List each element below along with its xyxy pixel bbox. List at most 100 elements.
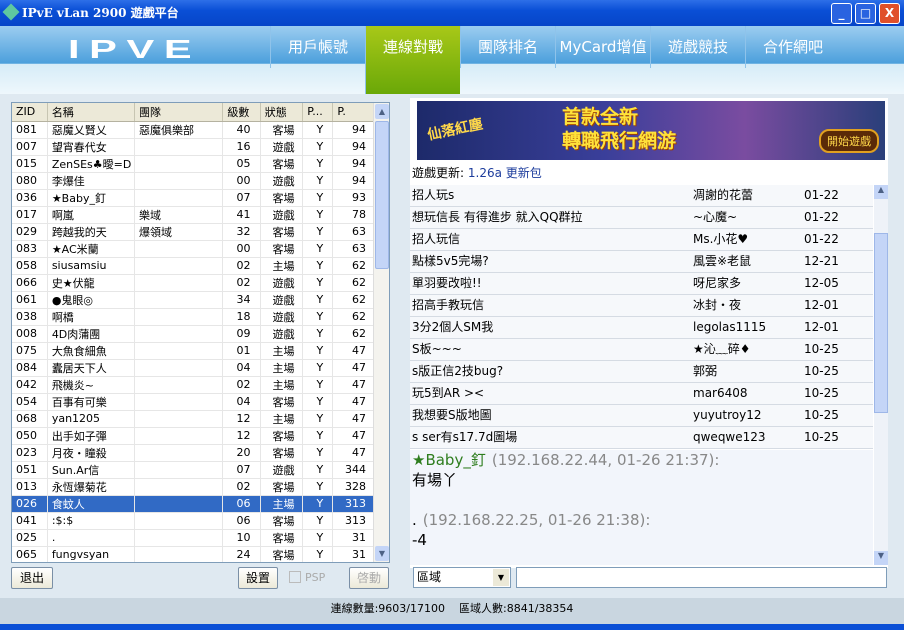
nav-tab[interactable]: 用戶帳號 xyxy=(270,26,365,68)
post-item[interactable]: 3分2個人SM我legolas111512-01 19:27 xyxy=(410,317,873,355)
post-item[interactable]: 點樣5v5完場?風雲※老鼠12-21 16:09 xyxy=(410,251,873,289)
post-item[interactable]: 招高手教玩信冰封・夜12-01 19:28 xyxy=(410,295,873,333)
table-cell: Y xyxy=(302,308,334,326)
table-row[interactable]: 075 大魚食細魚 01 主場 Y 47 xyxy=(12,342,375,360)
post-author: 呀尼家多 xyxy=(693,276,742,290)
table-row[interactable]: 008 4D肉蒲團 09 遊戲 Y 62 xyxy=(12,325,375,343)
table-row[interactable]: 068 yan1205 12 主場 Y 47 xyxy=(12,410,375,428)
scroll-up-icon[interactable]: ▲ xyxy=(874,185,888,199)
nav-tab[interactable]: 合作網吧 xyxy=(745,26,840,68)
table-row[interactable]: 041:$:$ 06 客場 Y 313 xyxy=(12,512,375,530)
minimize-button[interactable]: _ xyxy=(831,3,852,24)
banner-start-game-button[interactable]: 開始遊戲 xyxy=(819,129,879,153)
table-row[interactable]: 061 ●鬼眼◎ 34 遊戲 Y 62 xyxy=(12,291,375,309)
table-row[interactable]: 054 百事有可樂 04 客場 Y 47 xyxy=(12,393,375,411)
scroll-thumb[interactable] xyxy=(375,121,389,269)
post-author: 郭弼 xyxy=(693,364,718,378)
update-link[interactable]: 1.26a 更新包 xyxy=(468,166,542,180)
column-header[interactable]: P... xyxy=(302,103,334,122)
table-row[interactable]: 058 siusamsiu 02 主場 Y 62 xyxy=(12,257,375,275)
table-row[interactable]: 084 蠹居天下人 04 主場 Y 47 xyxy=(12,359,375,377)
column-header[interactable]: 名稱 xyxy=(47,103,136,122)
start-button[interactable]: 啓動 xyxy=(349,567,389,589)
table-row[interactable]: 051 Sun.Ar信 07 遊戲 Y 344 xyxy=(12,461,375,479)
table-cell: 02 xyxy=(222,257,261,275)
table-cell: 63 xyxy=(332,240,375,258)
maximize-button[interactable]: □ xyxy=(855,3,876,24)
column-header[interactable]: 團隊 xyxy=(134,103,224,122)
post-item[interactable]: 想玩信長 有得進步 就入QQ群拉~心魔~01-22 20:00 xyxy=(410,207,873,245)
chevron-down-icon[interactable]: ▼ xyxy=(493,569,509,586)
post-item[interactable]: 招人玩s凋謝的花蕾01-22 20:01 xyxy=(410,185,873,223)
table-cell: 93 xyxy=(332,189,375,207)
close-button[interactable]: X xyxy=(879,3,900,24)
ad-banner[interactable]: 仙落紅塵 首款全新 轉職飛行網游 開始遊戲 xyxy=(417,101,885,160)
table-row[interactable]: 080 李爆佳 00 遊戲 Y 94 xyxy=(12,172,375,190)
table-cell: 主場 xyxy=(260,342,304,360)
scroll-down-icon[interactable]: ▼ xyxy=(874,551,888,565)
table-cell xyxy=(134,427,224,445)
column-header[interactable]: 狀態 xyxy=(260,103,304,122)
scroll-thumb[interactable] xyxy=(874,233,888,413)
table-cell: 47 xyxy=(332,444,375,462)
channel-select[interactable]: 區域 ▼ xyxy=(413,567,511,588)
post-item[interactable]: 單羽要改啦!!呀尼家多12-05 13:43 xyxy=(410,273,873,311)
nav-tab[interactable]: 連線對戰 xyxy=(365,26,460,94)
exit-button[interactable]: 退出 xyxy=(11,567,53,589)
table-row[interactable]: 065 fungvsyan 24 客場 Y 31 xyxy=(12,546,375,562)
table-cell: 058 xyxy=(12,257,48,275)
table-row[interactable]: 042 飛機炎~ 02 主場 Y 47 xyxy=(12,376,375,394)
chat-meta: (192.168.22.44, 01-26 21:37): xyxy=(491,451,720,469)
table-row[interactable]: 017 啊嵐 樂域 41 遊戲 Y 78 xyxy=(12,206,375,224)
post-item[interactable]: s ser有s17.7d圖場qweqwe12310-25 21:12 xyxy=(410,427,873,465)
update-label: 遊戲更新: xyxy=(412,166,465,180)
table-cell: Y xyxy=(302,529,334,547)
table-row[interactable]: 050 出手如子彈 12 客場 Y 47 xyxy=(12,427,375,445)
table-cell: 主場 xyxy=(260,359,304,377)
psp-checkbox[interactable]: PSP xyxy=(286,567,338,589)
nav-tab[interactable]: 遊戲競技 xyxy=(650,26,745,68)
table-cell: Y xyxy=(302,461,334,479)
column-header[interactable]: ZID xyxy=(12,103,48,122)
post-title: 玩5到AR >< xyxy=(412,386,485,400)
table-row[interactable]: 066 史★伏龍 02 遊戲 Y 62 xyxy=(12,274,375,292)
table-row[interactable]: 081 惡魔乂賢乂 惡魔俱樂部 40 客場 Y 94 xyxy=(12,121,375,139)
table-cell xyxy=(134,546,224,562)
post-item[interactable]: S板~~~★沁﹏碎♦10-25 22:41 xyxy=(410,339,873,377)
window-title: IPvE vLan 2900 遊戲平台 xyxy=(22,6,179,20)
list-scrollbar[interactable]: ▲ ▼ xyxy=(373,103,389,562)
chat-sender[interactable]: ★Baby_釘 xyxy=(412,451,486,469)
table-row[interactable]: 036 ★Baby_釘 07 客場 Y 93 xyxy=(12,189,375,207)
table-row[interactable]: 026 食蚊人 06 主場 Y 313 xyxy=(12,495,375,513)
table-row[interactable]: 015 ZenSEs♣曖=D 05 客場 Y 94 xyxy=(12,155,375,173)
table-cell: 041 xyxy=(12,512,48,530)
nav-tab[interactable]: 團隊排名 xyxy=(460,26,555,68)
table-cell: 083 xyxy=(12,240,48,258)
table-row[interactable]: 025. 10 客場 Y 31 xyxy=(12,529,375,547)
right-scrollbar[interactable]: ▲ ▼ xyxy=(874,185,888,565)
table-row[interactable]: 083 ★AC米蘭 00 客場 Y 63 xyxy=(12,240,375,258)
column-header[interactable]: 級數 xyxy=(222,103,261,122)
table-cell: 065 xyxy=(12,546,48,562)
table-cell: :$:$ xyxy=(47,512,136,530)
table-cell: 李爆佳 xyxy=(47,172,136,190)
post-item[interactable]: s版正信2技bug?郭弼10-25 22:40 xyxy=(410,361,873,399)
chat-sender[interactable]: . xyxy=(412,511,417,529)
scroll-down-icon[interactable]: ▼ xyxy=(375,546,389,561)
chat-input[interactable] xyxy=(516,567,887,588)
post-item[interactable]: 我想要S版地圖yuyutroy1210-25 21:13 xyxy=(410,405,873,443)
post-item[interactable]: 玩5到AR ><mar640810-25 21:16 xyxy=(410,383,873,421)
table-cell: Y xyxy=(302,376,334,394)
column-header[interactable]: P. xyxy=(332,103,375,122)
scroll-up-icon[interactable]: ▲ xyxy=(375,104,389,119)
table-row[interactable]: 007 望宵春代女 16 遊戲 Y 94 xyxy=(12,138,375,156)
table-row[interactable]: 029 跨越我的天 爆領域 32 客場 Y 63 xyxy=(12,223,375,241)
table-row[interactable]: 023 月夜・瞳殺 20 客場 Y 47 xyxy=(12,444,375,462)
post-item[interactable]: 招人玩信Ms.小花♥01-22 19:59 xyxy=(410,229,873,267)
settings-button[interactable]: 設置 xyxy=(238,567,278,589)
post-author: ~心魔~ xyxy=(693,210,738,224)
post-author: yuyutroy12 xyxy=(693,408,762,422)
table-row[interactable]: 038 啊橋 18 遊戲 Y 62 xyxy=(12,308,375,326)
table-row[interactable]: 013 永恆爆菊花 02 客場 Y 328 xyxy=(12,478,375,496)
nav-tab[interactable]: MyCard增值 xyxy=(555,26,650,68)
